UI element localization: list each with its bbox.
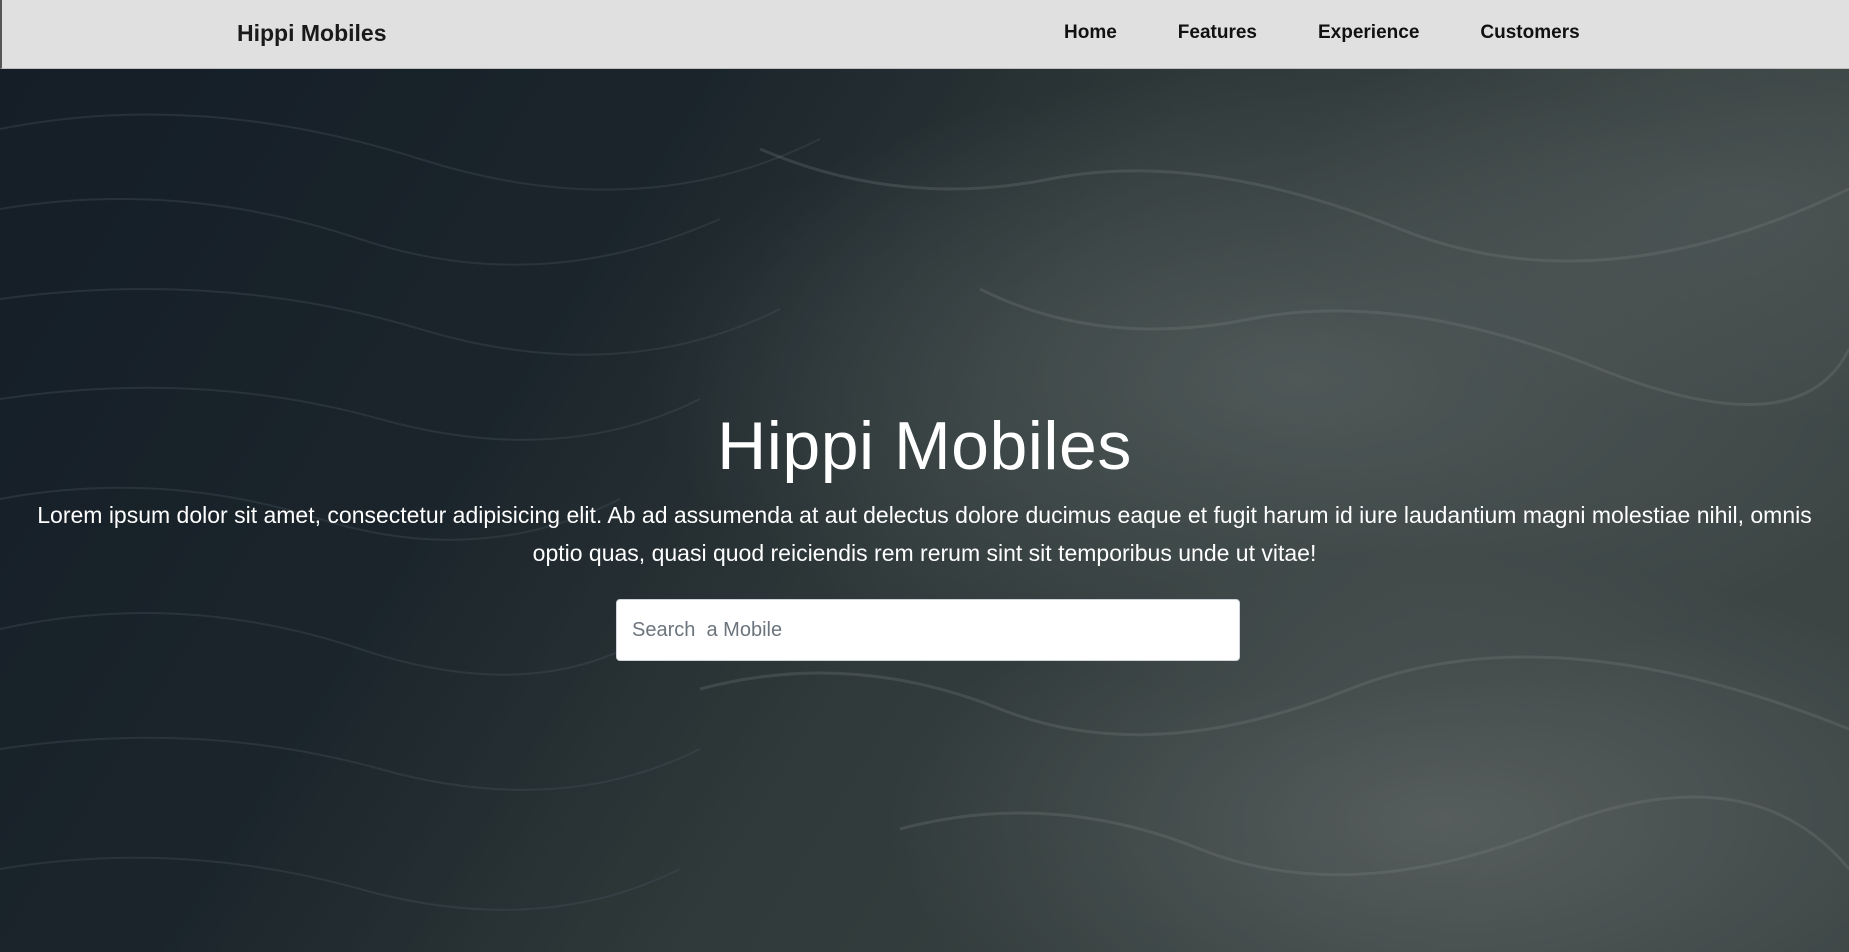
- hero-description: Lorem ipsum dolor sit amet, consectetur …: [37, 501, 1812, 566]
- page: Hippi Mobiles Home Features Experience C…: [0, 0, 1849, 952]
- nav-link-experience[interactable]: Experience: [1318, 22, 1419, 44]
- hero-content: Hippi Mobiles Lorem ipsum dolor sit amet…: [0, 409, 1849, 572]
- search-input[interactable]: [616, 599, 1240, 661]
- search-container: [616, 599, 1240, 661]
- hero-section: Hippi Mobiles Lorem ipsum dolor sit amet…: [0, 69, 1849, 952]
- navbar: Hippi Mobiles Home Features Experience C…: [0, 0, 1849, 69]
- nav-item-customers: Customers: [1480, 22, 1640, 44]
- nav-item-home: Home: [1064, 22, 1178, 44]
- nav-item-experience: Experience: [1318, 22, 1480, 44]
- nav-link-customers[interactable]: Customers: [1480, 22, 1579, 44]
- nav-item-features: Features: [1178, 22, 1318, 44]
- nav-links: Home Features Experience Customers: [1064, 22, 1641, 44]
- nav-link-home[interactable]: Home: [1064, 22, 1117, 44]
- hero-title: Hippi Mobiles: [717, 408, 1132, 484]
- nav-link-features[interactable]: Features: [1178, 22, 1257, 44]
- brand-logo-link[interactable]: Hippi Mobiles: [237, 20, 387, 47]
